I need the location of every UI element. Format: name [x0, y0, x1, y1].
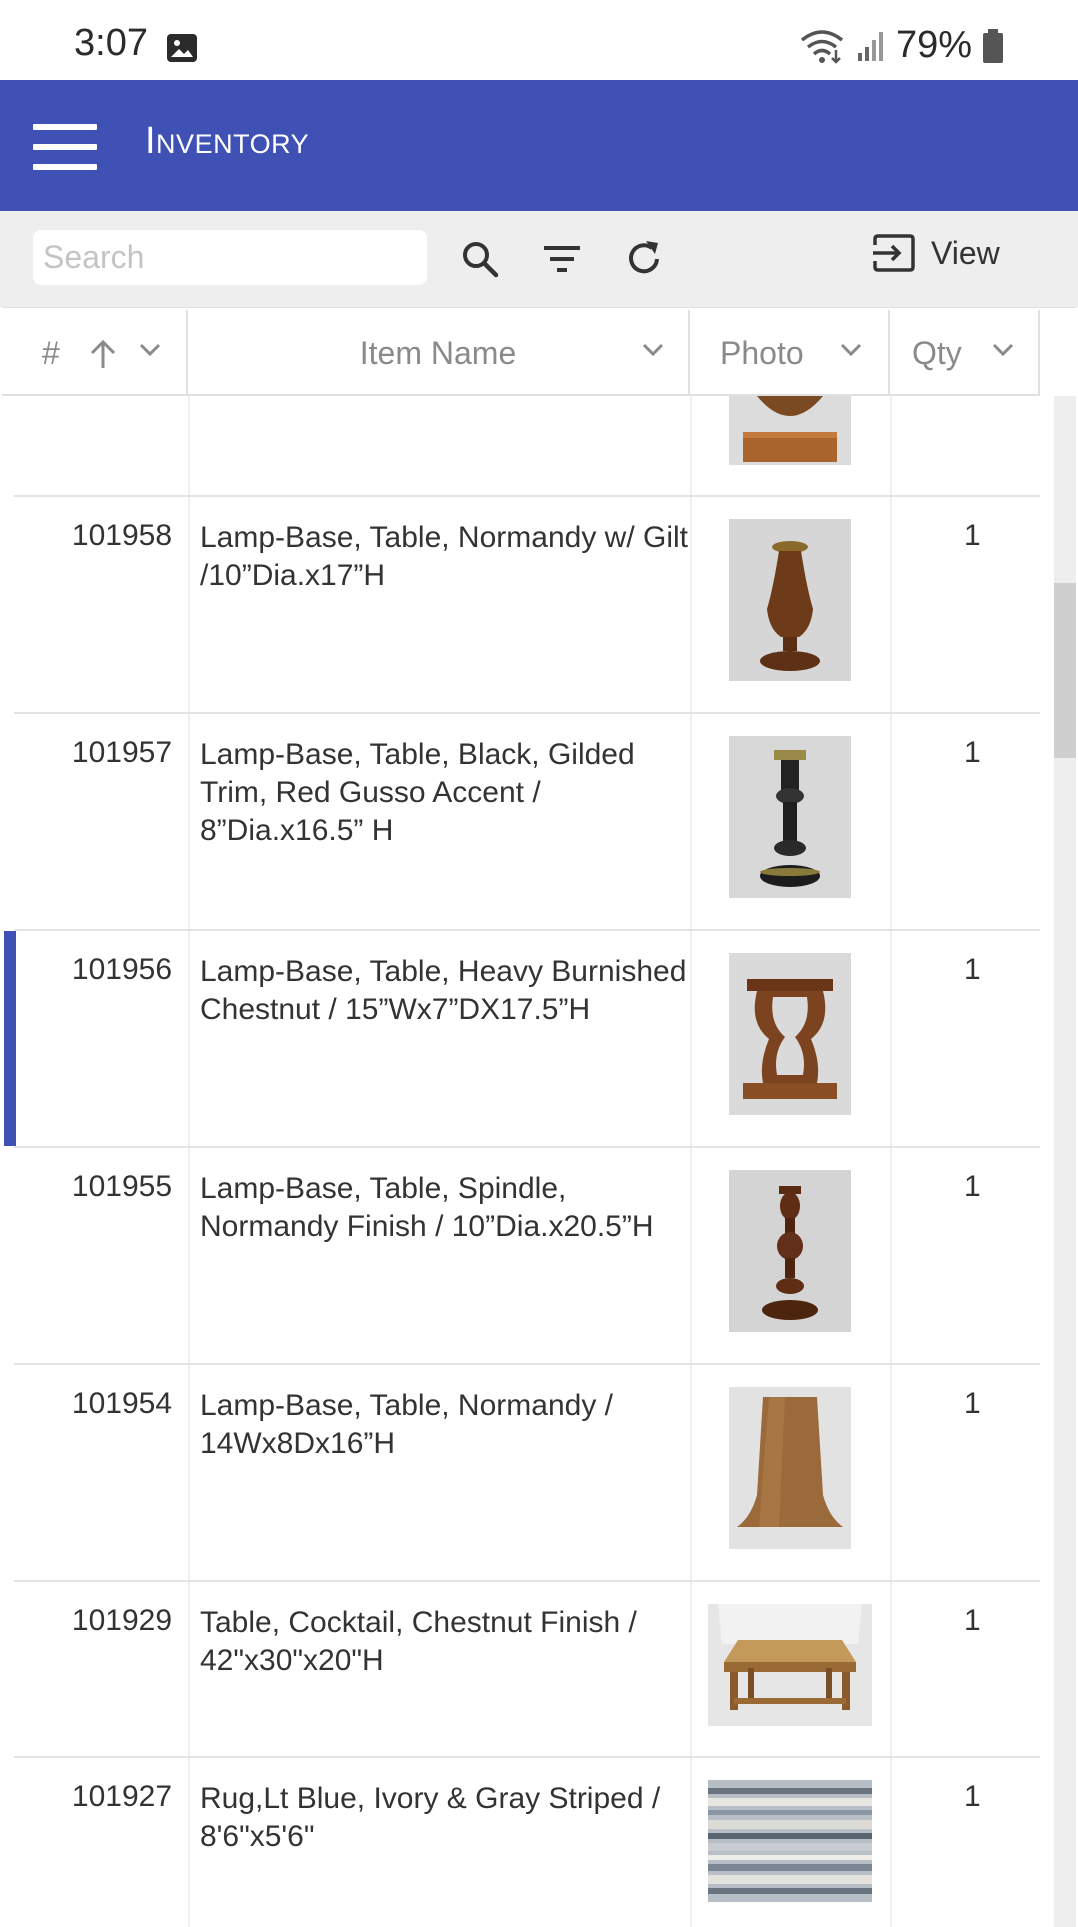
- item-number: 101956: [71, 953, 172, 986]
- item-number: 101954: [71, 1387, 172, 1420]
- gallery-notification-icon: [167, 34, 197, 62]
- item-qty: 1: [964, 1387, 981, 1420]
- scrollbar[interactable]: [1054, 396, 1076, 1927]
- table-row-selected[interactable]: 101956 Lamp-Base, Table, Heavy Burnished…: [4, 931, 1040, 1148]
- table-body: 101958 Lamp-Base, Table, Normandy w/ Gil…: [2, 396, 1040, 1927]
- table-row[interactable]: 101958 Lamp-Base, Table, Normandy w/ Gil…: [14, 497, 1040, 714]
- view-button[interactable]: View: [871, 233, 1000, 273]
- battery-icon: [983, 28, 1003, 63]
- item-number: 101927: [71, 1780, 172, 1813]
- view-label: View: [931, 234, 1000, 271]
- table-row[interactable]: 101957 Lamp-Base, Table, Black, Gilded T…: [14, 714, 1040, 931]
- table-header: # Item Name Photo Qty: [2, 310, 1040, 396]
- column-header-item-name[interactable]: Item Name: [188, 310, 690, 396]
- item-name: Lamp-Base, Table, Heavy Burnished Chestn…: [200, 955, 687, 1026]
- table-row[interactable]: 101929 Table, Cocktail, Chestnut Finish …: [14, 1582, 1040, 1758]
- chevron-down-icon[interactable]: [992, 343, 1014, 357]
- wifi-icon: [800, 29, 844, 64]
- column-header-qty[interactable]: Qty: [890, 310, 1040, 396]
- page-title: Inventory: [145, 120, 310, 162]
- item-qty: 1: [964, 953, 981, 986]
- refresh-icon[interactable]: [622, 237, 666, 281]
- table-row[interactable]: 101954 Lamp-Base, Table, Normandy / 14Wx…: [14, 1365, 1040, 1582]
- item-name: Lamp-Base, Table, Normandy / 14Wx8Dx16”H: [200, 1389, 613, 1460]
- item-name: Rug,Lt Blue, Ivory & Gray Striped / 8'6"…: [200, 1782, 661, 1853]
- table-row[interactable]: 101955 Lamp-Base, Table, Spindle, Norman…: [14, 1148, 1040, 1365]
- item-photo[interactable]: [729, 396, 851, 465]
- item-number: 101955: [71, 1170, 172, 1203]
- status-time: 3:07: [74, 22, 148, 64]
- column-header-number[interactable]: #: [2, 310, 188, 396]
- item-photo[interactable]: [729, 519, 851, 681]
- item-qty: 1: [964, 519, 981, 552]
- inventory-table: # Item Name Photo Qty 101958 Lamp-Base, …: [2, 307, 1076, 1927]
- item-qty: 1: [964, 1170, 981, 1203]
- item-qty: 1: [964, 1780, 981, 1813]
- item-qty: 1: [964, 736, 981, 769]
- search-input[interactable]: [33, 230, 427, 285]
- item-name: Table, Cocktail, Chestnut Finish / 42"x3…: [200, 1606, 637, 1677]
- battery-percent: 79%: [895, 24, 972, 66]
- app-bar: Inventory: [0, 80, 1078, 211]
- item-name: Lamp-Base, Table, Black, Gilded Trim, Re…: [200, 738, 635, 847]
- item-photo[interactable]: [708, 1780, 872, 1902]
- item-number: 101929: [71, 1604, 172, 1637]
- table-row[interactable]: 101927 Rug,Lt Blue, Ivory & Gray Striped…: [14, 1758, 1040, 1927]
- item-number: 101958: [71, 519, 172, 552]
- status-indicators: 79%: [800, 24, 1004, 67]
- item-photo[interactable]: [729, 1170, 851, 1332]
- item-number: 101957: [71, 736, 172, 769]
- item-photo[interactable]: [729, 953, 851, 1115]
- item-photo[interactable]: [729, 736, 851, 898]
- status-bar: 3:07 79%: [0, 0, 1078, 80]
- cell-signal-icon: [857, 31, 883, 61]
- menu-icon[interactable]: [33, 124, 97, 170]
- view-icon: [873, 234, 915, 272]
- column-header-photo[interactable]: Photo: [690, 310, 890, 396]
- chevron-down-icon[interactable]: [840, 343, 862, 357]
- item-name: Lamp-Base, Table, Spindle, Normandy Fini…: [200, 1172, 654, 1243]
- sort-ascending-icon[interactable]: [88, 338, 118, 370]
- item-photo[interactable]: [729, 1387, 851, 1549]
- item-qty: 1: [964, 1604, 981, 1637]
- search-icon[interactable]: [458, 237, 502, 281]
- item-photo[interactable]: [708, 1604, 872, 1726]
- item-name: Lamp-Base, Table, Normandy w/ Gilt /10”D…: [200, 521, 688, 592]
- chevron-down-icon[interactable]: [139, 343, 161, 357]
- chevron-down-icon[interactable]: [642, 343, 664, 357]
- toolbar: View: [0, 211, 1078, 307]
- scrollbar-thumb[interactable]: [1054, 583, 1076, 758]
- filter-icon[interactable]: [540, 237, 584, 281]
- table-row[interactable]: [14, 396, 1040, 497]
